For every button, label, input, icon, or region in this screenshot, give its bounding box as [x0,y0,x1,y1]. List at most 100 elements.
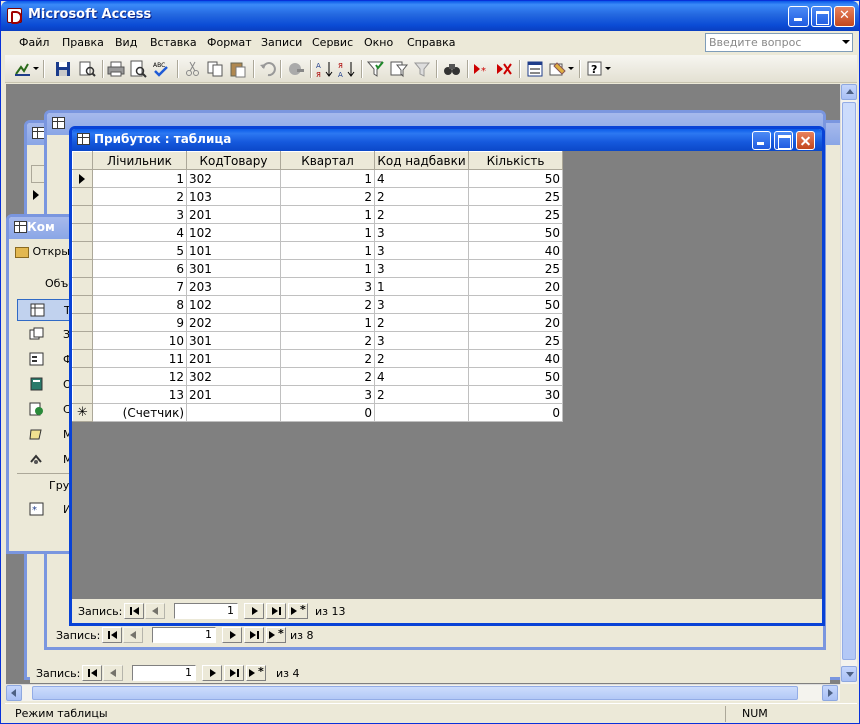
table-row[interactable]: 8 102 2 3 50 [72,295,563,314]
table-cell[interactable]: 3 [374,259,469,278]
table-cell[interactable]: 2 [374,187,469,206]
last-record-button[interactable] [244,627,264,643]
find-icon[interactable] [442,59,462,79]
scroll-left-button[interactable] [6,685,22,701]
table-cell[interactable]: 1 [280,241,375,260]
new-record-marker[interactable]: ✳ [72,403,93,422]
first-record-button[interactable] [82,665,102,681]
table-cell[interactable]: 1 [280,259,375,278]
scroll-down-button[interactable] [841,666,857,682]
menu-file[interactable]: Файл [19,36,49,49]
table-cell[interactable]: 1 [92,169,187,188]
table-row[interactable]: 12 302 2 4 50 [72,367,563,386]
table-cell[interactable]: 25 [468,205,563,224]
table-cell[interactable]: 203 [186,277,281,296]
table-cell[interactable]: 3 [280,277,375,296]
table-cell[interactable]: 6 [92,259,187,278]
menu-format[interactable]: Формат [207,36,252,49]
table-row[interactable]: 9 202 1 2 20 [72,313,563,332]
menu-insert[interactable]: Вставка [150,36,197,49]
new-record-button[interactable]: * [246,665,266,681]
title-bar[interactable]: Microsoft Access ✕ [1,1,859,31]
table-cell[interactable]: 302 [186,169,281,188]
minimize-button[interactable] [788,6,809,27]
column-header[interactable]: Квартал [280,151,375,170]
next-record-button[interactable] [222,627,242,643]
last-record-button[interactable] [224,665,244,681]
prev-record-button[interactable] [145,603,165,619]
table-row[interactable]: 4 102 1 3 50 [72,223,563,242]
table-cell[interactable]: 20 [468,277,563,296]
copy-icon[interactable] [205,59,225,79]
print-preview-icon[interactable] [128,59,148,79]
table-row[interactable]: 10 301 2 3 25 [72,331,563,350]
table-cell[interactable]: 25 [468,331,563,350]
column-header[interactable]: Кількість [468,151,563,170]
table-cell[interactable]: 8 [92,295,187,314]
table-cell[interactable]: 10 [92,331,187,350]
table-cell[interactable]: 102 [186,223,281,242]
table-cell[interactable]: 40 [468,241,563,260]
prev-record-button[interactable] [103,665,123,681]
sort-desc-icon[interactable]: ЯA [337,59,357,79]
table-cell[interactable]: 3 [374,223,469,242]
prev-record-button[interactable] [123,627,143,643]
record-selector[interactable] [72,187,93,206]
next-record-button[interactable] [202,665,222,681]
vertical-scroll-thumb[interactable] [842,102,856,660]
table-cell[interactable]: 1 [280,205,375,224]
table-cell[interactable]: 2 [374,385,469,404]
table-cell[interactable]: 2 [280,331,375,350]
record-selector[interactable] [72,385,93,404]
table-cell[interactable]: 2 [280,349,375,368]
child-minimize-button[interactable] [752,131,771,150]
column-header[interactable]: Лічильник [92,151,187,170]
sort-asc-icon[interactable]: AЯ [315,59,335,79]
filter-form-icon[interactable] [389,59,409,79]
table-cell[interactable]: 5 [92,241,187,260]
table-cell[interactable]: 1 [280,223,375,242]
ask-question-input[interactable]: Введите вопрос [705,33,853,52]
table-cell[interactable]: 7 [92,277,187,296]
table-cell[interactable]: 201 [186,205,281,224]
table-cell[interactable]: 101 [186,241,281,260]
record-selector[interactable] [72,205,93,224]
table-cell[interactable]: 13 [92,385,187,404]
apply-filter-icon[interactable] [412,59,432,79]
record-selector[interactable] [72,331,93,350]
table-cell[interactable]: 202 [186,313,281,332]
table-cell[interactable]: 2 [374,313,469,332]
table-cell[interactable]: 50 [468,169,563,188]
table-cell[interactable]: 25 [468,259,563,278]
table-cell[interactable]: 1 [374,277,469,296]
print-icon[interactable] [106,59,126,79]
table-cell[interactable]: 301 [186,331,281,350]
help-icon[interactable]: ? [585,59,611,79]
table-row[interactable]: 6 301 1 3 25 [72,259,563,278]
first-record-button[interactable] [102,627,122,643]
new-object-icon[interactable] [548,59,574,79]
table-cell[interactable]: 4 [374,169,469,188]
table-row[interactable]: 7 203 3 1 20 [72,277,563,296]
record-selector[interactable] [72,223,93,242]
table-cell[interactable]: 50 [468,223,563,242]
table-cell[interactable]: 2 [374,205,469,224]
menu-edit[interactable]: Правка [62,36,104,49]
view-icon[interactable] [13,59,39,79]
record-selector[interactable] [72,169,93,188]
table-cell[interactable]: 201 [186,385,281,404]
table-cell[interactable]: 50 [468,367,563,386]
table-cell[interactable]: 9 [92,313,187,332]
spelling-icon[interactable]: ABC [151,59,171,79]
table-cell[interactable]: 201 [186,349,281,368]
table-cell[interactable]: 2 [280,187,375,206]
vertical-scrollbar[interactable] [840,84,857,684]
new-record-button[interactable]: * [288,603,308,619]
next-record-button[interactable] [244,603,264,619]
table-cell[interactable]: 4 [374,367,469,386]
table-row[interactable]: 5 101 1 3 40 [72,241,563,260]
table-cell[interactable]: 20 [468,313,563,332]
table-cell[interactable]: 1 [280,313,375,332]
table-cell[interactable]: 2 [92,187,187,206]
record-selector[interactable] [72,241,93,260]
